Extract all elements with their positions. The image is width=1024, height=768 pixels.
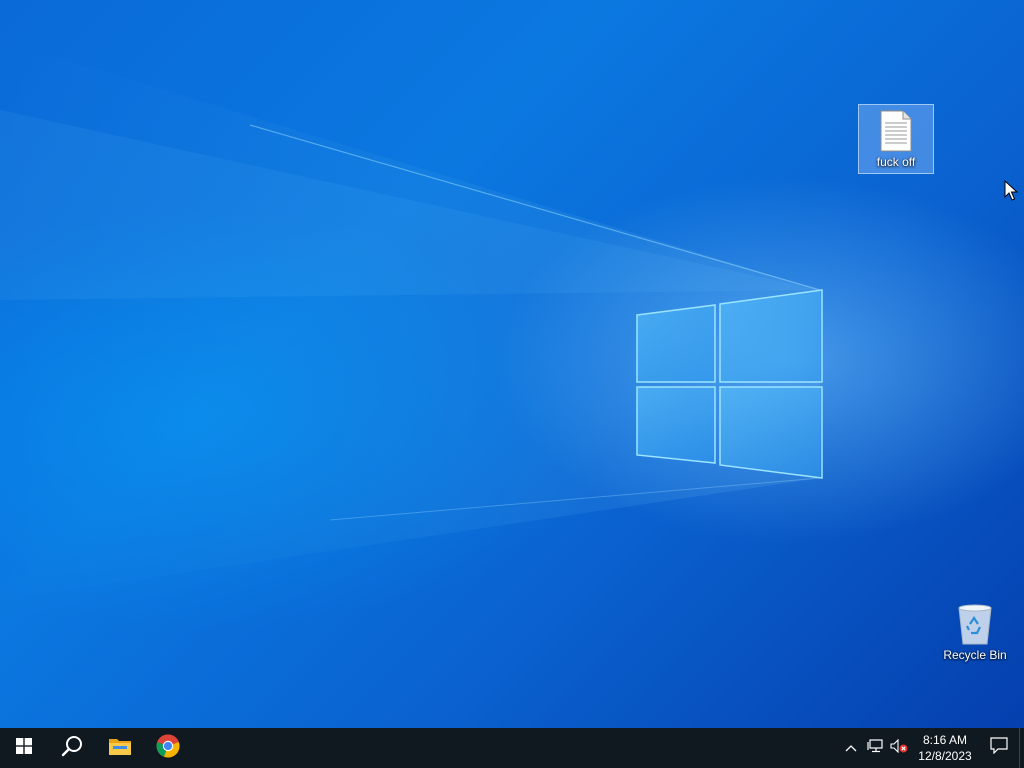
text-document-icon [874, 109, 918, 153]
taskbar: 8:16 AM 12/8/2023 [0, 728, 1024, 768]
desktop-icon-label: Recycle Bin [943, 648, 1007, 662]
search-button[interactable] [48, 728, 96, 768]
desktop-icon-label: fuck off [876, 155, 916, 169]
volume-button[interactable] [887, 728, 911, 768]
action-center-icon [990, 737, 1008, 759]
desktop[interactable]: fuck off Recycle Bin [0, 0, 1024, 728]
show-hidden-icons-button[interactable] [839, 728, 863, 768]
windows-start-icon [16, 737, 32, 759]
desktop-icon-text-file[interactable]: fuck off [858, 104, 934, 174]
taskbar-clock[interactable]: 8:16 AM 12/8/2023 [915, 728, 975, 768]
chrome-icon [156, 733, 180, 763]
network-icon [867, 738, 883, 758]
start-button[interactable] [0, 728, 48, 768]
network-button[interactable] [863, 728, 887, 768]
taskbar-file-explorer[interactable] [96, 728, 144, 768]
file-explorer-icon [108, 736, 132, 761]
show-desktop-button[interactable] [1019, 728, 1024, 768]
chevron-up-icon [845, 739, 857, 757]
clock-time: 8:16 AM [922, 733, 968, 747]
volume-muted-icon [890, 738, 908, 758]
recycle-bin-icon [953, 602, 997, 646]
desktop-icon-recycle-bin[interactable]: Recycle Bin [937, 598, 1013, 670]
screen: fuck off Recycle Bin 8:16 AM 12/8/2023 [0, 0, 1024, 768]
clock-date: 12/8/2023 [918, 749, 972, 763]
mouse-cursor-icon [1004, 180, 1018, 201]
action-center-button[interactable] [979, 728, 1019, 768]
taskbar-chrome[interactable] [144, 728, 192, 768]
search-icon [61, 735, 83, 762]
